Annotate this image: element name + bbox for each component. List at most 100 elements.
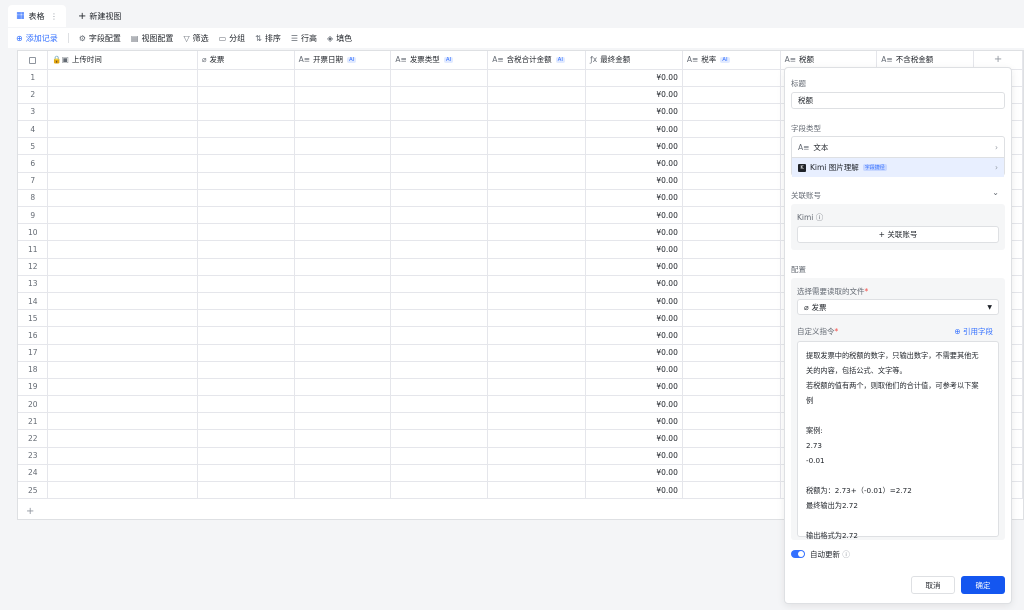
table-cell[interactable]: [197, 309, 295, 328]
table-cell[interactable]: ¥0.00: [585, 240, 683, 259]
table-cell[interactable]: [682, 429, 781, 448]
table-cell[interactable]: [487, 137, 587, 156]
table-cell[interactable]: [682, 309, 781, 328]
table-cell[interactable]: [294, 206, 392, 225]
table-cell[interactable]: [682, 223, 781, 242]
chevron-down-icon[interactable]: ⌄: [992, 188, 999, 197]
table-cell[interactable]: ¥0.00: [585, 429, 683, 448]
table-cell[interactable]: [390, 258, 489, 276]
table-cell[interactable]: ¥0.00: [585, 69, 683, 87]
table-cell[interactable]: [197, 69, 295, 87]
custom-prompt-textarea[interactable]: 提取发票中的税额的数字，只输出数字，不需要其他无 关的内容，包括公式、文字等。 若税…: [797, 341, 999, 540]
table-cell[interactable]: [487, 447, 587, 465]
table-cell[interactable]: [47, 275, 198, 293]
table-cell[interactable]: [197, 447, 295, 465]
table-cell[interactable]: [682, 481, 781, 500]
table-cell[interactable]: [294, 86, 392, 104]
add-row-button[interactable]: +: [26, 506, 34, 517]
table-cell[interactable]: [487, 429, 587, 448]
table-cell[interactable]: [197, 464, 295, 483]
table-cell[interactable]: [390, 447, 489, 465]
table-cell[interactable]: [197, 326, 295, 345]
table-cell[interactable]: [197, 223, 295, 242]
column-header-3[interactable]: A≡ 发票类型 AI: [390, 51, 489, 70]
table-cell[interactable]: [487, 361, 587, 379]
table-cell[interactable]: [390, 206, 489, 225]
table-cell[interactable]: [487, 395, 587, 414]
table-cell[interactable]: [487, 189, 587, 208]
table-cell[interactable]: [390, 481, 489, 500]
table-cell[interactable]: [682, 464, 781, 483]
table-cell[interactable]: [47, 154, 198, 173]
table-cell[interactable]: [390, 361, 489, 379]
table-cell[interactable]: [390, 464, 489, 483]
table-cell[interactable]: [682, 137, 781, 156]
table-cell[interactable]: ¥0.00: [585, 206, 683, 225]
table-cell[interactable]: [47, 69, 198, 87]
table-cell[interactable]: [682, 361, 781, 379]
table-cell[interactable]: [197, 395, 295, 414]
table-cell[interactable]: [487, 103, 587, 122]
table-cell[interactable]: ¥0.00: [585, 481, 683, 500]
table-cell[interactable]: [47, 309, 198, 328]
table-cell[interactable]: [197, 481, 295, 500]
column-header-1[interactable]: ⌀ 发票: [197, 51, 295, 70]
table-cell[interactable]: [294, 344, 392, 362]
table-cell[interactable]: [487, 412, 587, 431]
table-cell[interactable]: [487, 86, 587, 104]
title-input[interactable]: 税额: [791, 92, 1005, 109]
table-cell[interactable]: [682, 172, 781, 190]
table-cell[interactable]: ¥0.00: [585, 361, 683, 379]
table-cell[interactable]: [294, 481, 392, 500]
table-cell[interactable]: [47, 120, 198, 139]
table-cell[interactable]: [390, 292, 489, 311]
fill-color-button[interactable]: ◈ 填色: [327, 33, 352, 44]
group-button[interactable]: ▭ 分组: [219, 33, 246, 44]
table-cell[interactable]: [682, 86, 781, 104]
table-cell[interactable]: [682, 275, 781, 293]
table-cell[interactable]: [390, 309, 489, 328]
table-cell[interactable]: [47, 258, 198, 276]
table-cell[interactable]: [294, 172, 392, 190]
field-type-text-option[interactable]: A≡ 文本 ›: [792, 137, 1004, 157]
table-cell[interactable]: [294, 447, 392, 465]
row-height-button[interactable]: ☰ 行高: [291, 33, 317, 44]
view-config-button[interactable]: ▤ 视图配置: [131, 33, 174, 44]
reference-field-button[interactable]: ⊕ 引用字段: [954, 326, 993, 337]
table-cell[interactable]: [390, 395, 489, 414]
table-cell[interactable]: [682, 258, 781, 276]
table-cell[interactable]: [47, 326, 198, 345]
table-cell[interactable]: [47, 447, 198, 465]
table-cell[interactable]: [390, 86, 489, 104]
select-all-cell[interactable]: [18, 51, 49, 70]
table-cell[interactable]: [294, 223, 392, 242]
column-header-0[interactable]: 🔒▣ 上传时间: [47, 51, 198, 70]
table-cell[interactable]: [487, 258, 587, 276]
table-cell[interactable]: [294, 326, 392, 345]
table-cell[interactable]: [682, 103, 781, 122]
table-cell[interactable]: [47, 378, 198, 397]
table-cell[interactable]: [294, 309, 392, 328]
table-cell[interactable]: [487, 309, 587, 328]
filter-button[interactable]: ▽ 筛选: [183, 33, 208, 44]
table-cell[interactable]: [197, 137, 295, 156]
table-cell[interactable]: [390, 275, 489, 293]
table-cell[interactable]: [47, 137, 198, 156]
table-cell[interactable]: ¥0.00: [585, 447, 683, 465]
table-cell[interactable]: ¥0.00: [585, 154, 683, 173]
table-cell[interactable]: [294, 361, 392, 379]
table-cell[interactable]: [197, 412, 295, 431]
table-cell[interactable]: [390, 344, 489, 362]
table-cell[interactable]: [47, 464, 198, 483]
table-cell[interactable]: [487, 275, 587, 293]
table-cell[interactable]: [294, 137, 392, 156]
table-cell[interactable]: [487, 326, 587, 345]
table-cell[interactable]: [197, 344, 295, 362]
table-cell[interactable]: ¥0.00: [585, 412, 683, 431]
link-account-button[interactable]: + 关联账号: [797, 226, 999, 243]
sort-button[interactable]: ⇅ 排序: [255, 33, 281, 44]
table-cell[interactable]: [47, 292, 198, 311]
table-cell[interactable]: [294, 69, 392, 87]
confirm-button[interactable]: 确定: [961, 576, 1005, 594]
table-cell[interactable]: [47, 223, 198, 242]
